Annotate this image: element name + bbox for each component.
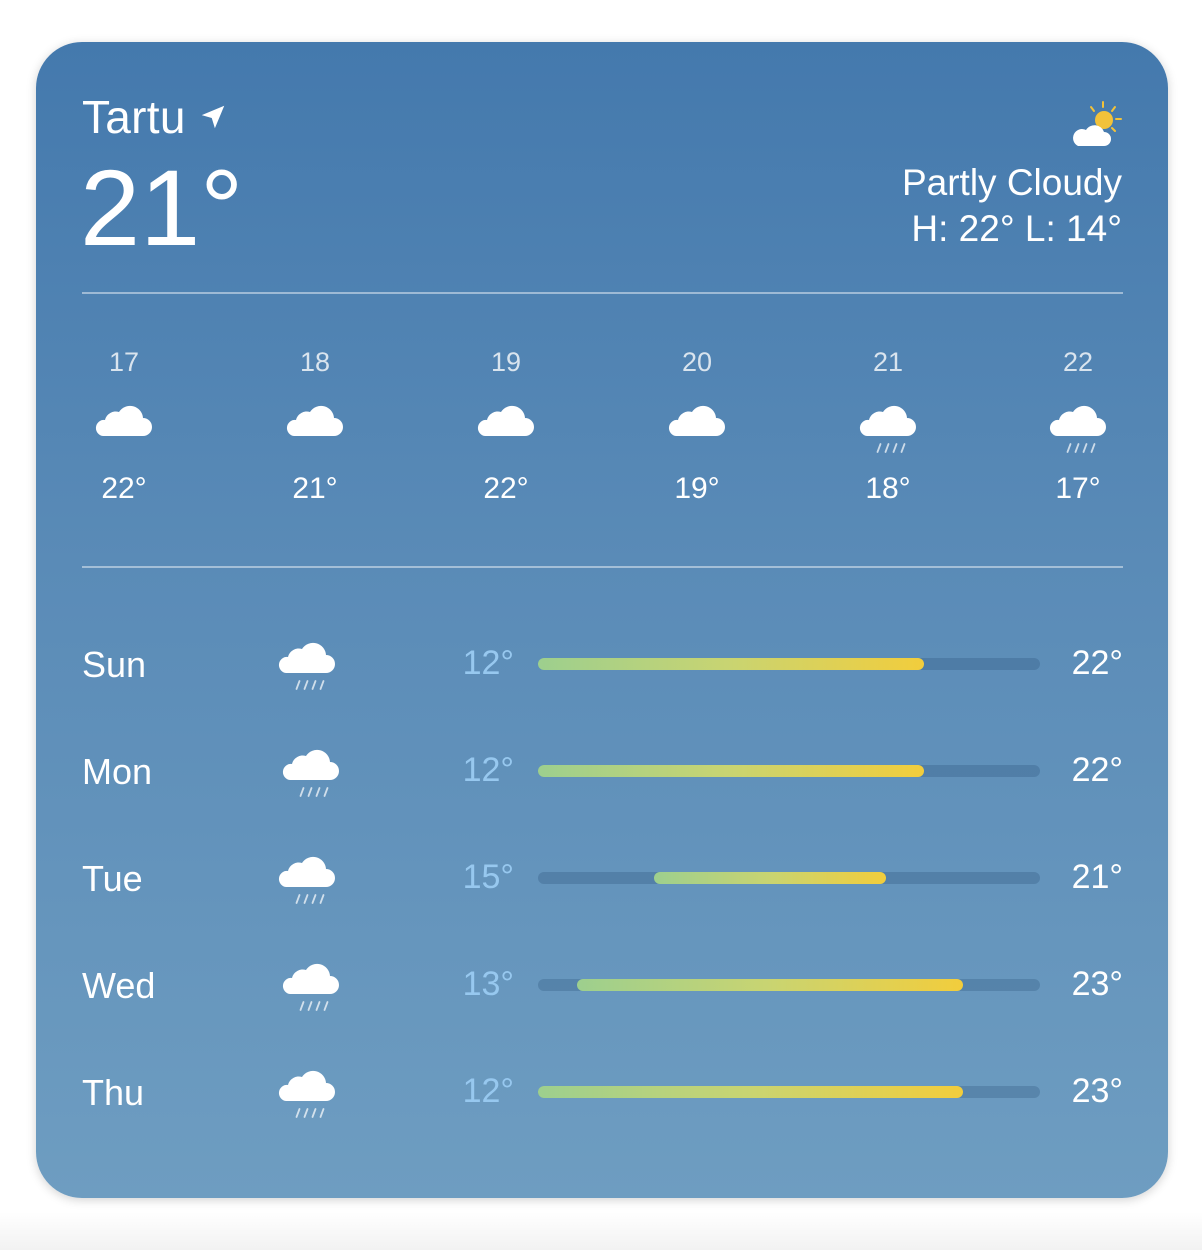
hourly-time: 21 bbox=[872, 347, 904, 377]
high-low-text: H: 22° L: 14° bbox=[911, 208, 1122, 249]
partly-cloudy-icon bbox=[1073, 101, 1122, 146]
hourly-time: 17 bbox=[108, 347, 140, 377]
temperature-range-track bbox=[538, 979, 1040, 991]
temperature-range-fill bbox=[538, 1086, 963, 1098]
hourly-time: 22 bbox=[1062, 347, 1094, 377]
daily-low-temp: 12° bbox=[462, 751, 514, 789]
cloud-rain-icon bbox=[278, 642, 335, 690]
hourly-temp: 19° bbox=[674, 472, 720, 505]
weather-widget[interactable]: Tartu 21° Partly Cloudy H: 22° L: 14° 17… bbox=[36, 42, 1168, 1198]
daily-day-name: Mon bbox=[82, 751, 153, 792]
hourly-time: 20 bbox=[681, 347, 713, 377]
hourly-temp: 17° bbox=[1055, 472, 1101, 505]
daily-row: Mon 12° 22° bbox=[82, 743, 1123, 803]
cloud-rain-icon bbox=[1049, 405, 1106, 453]
hourly-item: 22 17° bbox=[1018, 342, 1138, 506]
current-temperature: 21° bbox=[80, 147, 244, 268]
page-floor bbox=[0, 1212, 1202, 1250]
location-header: Tartu bbox=[82, 90, 228, 144]
daily-high-temp: 22° bbox=[1071, 751, 1123, 789]
hourly-item: 18 21° bbox=[255, 342, 375, 506]
hourly-time: 18 bbox=[299, 347, 331, 377]
temperature-range-fill bbox=[576, 979, 963, 991]
temperature-range-track bbox=[538, 1086, 1040, 1098]
condition-text: Partly Cloudy bbox=[901, 162, 1122, 203]
temperature-range-track bbox=[538, 872, 1040, 884]
daily-row: Tue 15° 21° bbox=[82, 850, 1123, 910]
location-arrow-icon bbox=[201, 105, 225, 129]
hourly-temp: 21° bbox=[292, 472, 338, 505]
daily-row: Wed 13° 23° bbox=[82, 957, 1123, 1017]
cloud-icon bbox=[668, 405, 725, 436]
hourly-temp: 22° bbox=[483, 472, 529, 505]
cloud-rain-icon bbox=[282, 963, 339, 1011]
hourly-temp: 22° bbox=[101, 472, 147, 505]
hourly-item: 20 19° bbox=[637, 342, 757, 506]
daily-low-temp: 13° bbox=[462, 965, 514, 1003]
daily-high-temp: 22° bbox=[1071, 644, 1123, 682]
hourly-time: 19 bbox=[490, 347, 522, 377]
daily-day-name: Thu bbox=[82, 1072, 145, 1113]
city-name: Tartu bbox=[82, 91, 186, 143]
hourly-item: 17 22° bbox=[64, 342, 184, 506]
daily-day-name: Wed bbox=[82, 965, 156, 1006]
divider-middle bbox=[82, 566, 1123, 568]
temperature-range-fill bbox=[538, 765, 925, 777]
daily-low-temp: 15° bbox=[462, 858, 514, 896]
daily-row: Thu 12° 23° bbox=[82, 1064, 1123, 1124]
daily-day-name: Sun bbox=[82, 644, 147, 685]
temperature-range-track bbox=[538, 658, 1040, 670]
cloud-icon bbox=[477, 405, 534, 436]
hourly-item: 21 18° bbox=[828, 342, 948, 506]
daily-high-temp: 23° bbox=[1071, 1072, 1123, 1110]
daily-high-temp: 23° bbox=[1071, 965, 1123, 1003]
hourly-forecast: 17 22° 18 21° 19 22° 20 19° 21 18° 22 17° bbox=[82, 342, 1123, 522]
divider-top bbox=[82, 292, 1123, 294]
cloud-rain-icon bbox=[278, 856, 335, 904]
temperature-range-track bbox=[538, 765, 1040, 777]
daily-low-temp: 12° bbox=[462, 1072, 514, 1110]
cloud-rain-icon bbox=[859, 405, 916, 453]
hourly-temp: 18° bbox=[865, 472, 911, 505]
temperature-range-fill bbox=[538, 658, 925, 670]
daily-day-name: Tue bbox=[82, 858, 143, 899]
cloud-icon bbox=[95, 405, 152, 436]
cloud-rain-icon bbox=[282, 749, 339, 797]
daily-high-temp: 21° bbox=[1071, 858, 1123, 896]
cloud-icon bbox=[286, 405, 343, 436]
daily-low-temp: 12° bbox=[462, 644, 514, 682]
hourly-item: 19 22° bbox=[446, 342, 566, 506]
daily-row: Sun 12° 22° bbox=[82, 636, 1123, 696]
cloud-rain-icon bbox=[278, 1070, 335, 1118]
temperature-range-fill bbox=[653, 872, 886, 884]
